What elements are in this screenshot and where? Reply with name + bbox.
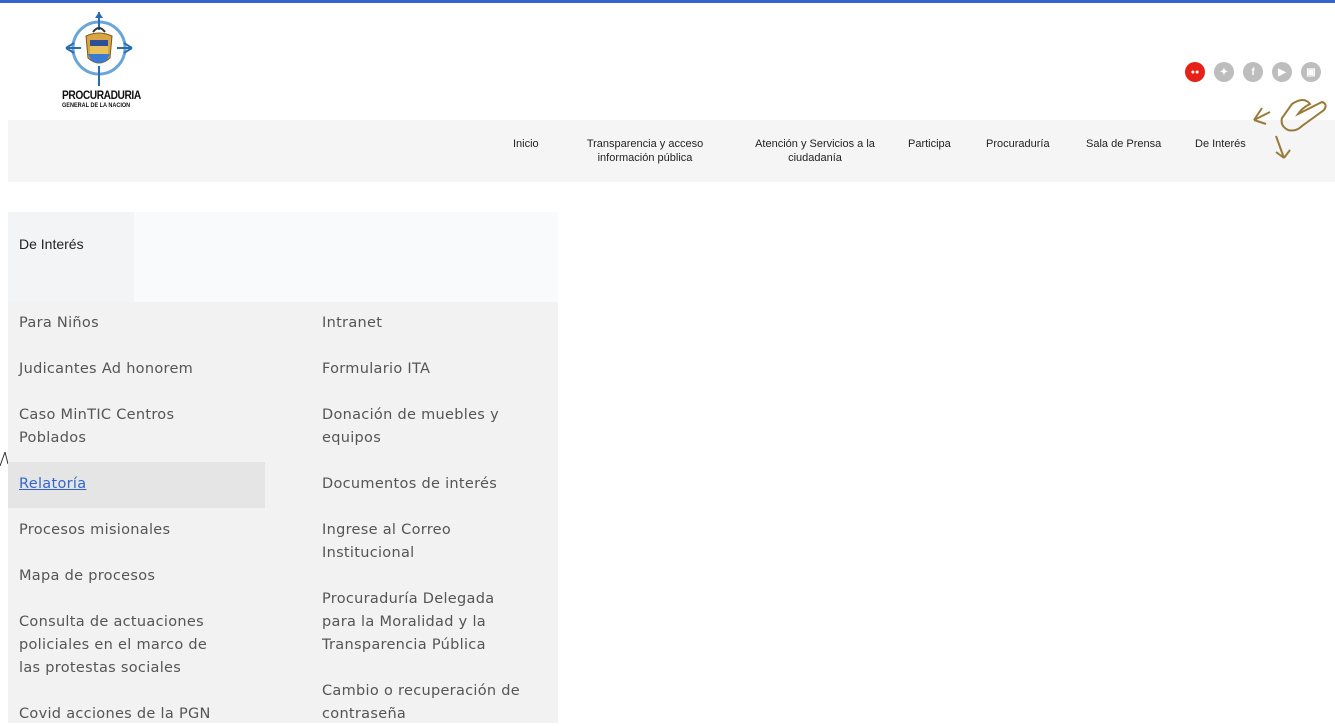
social-links: ●● ✦ f ▶ ▣ — [1185, 62, 1321, 82]
link-documentos-interes[interactable]: Documentos de interés — [322, 473, 497, 496]
link-procesos-misionales[interactable]: Procesos misionales — [19, 519, 170, 542]
procuraduria-logo[interactable]: PROCURADURIA GENERAL DE LA NACION — [62, 10, 162, 120]
panel-header-strip — [134, 212, 558, 302]
top-accent-line — [0, 0, 1335, 3]
twitter-icon[interactable]: ✦ — [1214, 62, 1234, 82]
link-caso-mintic[interactable]: Caso MinTIC Centros Poblados — [19, 404, 174, 450]
nav-procuraduria-label: Procuraduría — [986, 138, 1050, 150]
link-consulta-actuaciones[interactable]: Consulta de actuaciones policiales en el… — [19, 611, 207, 680]
nav-inicio-label: Inicio — [513, 138, 539, 150]
nav-atencion-line1: Atención y Servicios a la — [755, 138, 875, 150]
hand-cursor-icon — [1253, 99, 1327, 159]
coat-of-arms-icon — [65, 12, 133, 86]
main-navigation: Inicio Transparencia y acceso informació… — [8, 120, 1335, 182]
instagram-icon[interactable]: ▣ — [1301, 62, 1321, 82]
nav-transparencia-line2: información pública — [597, 152, 693, 164]
link-intranet[interactable]: Intranet — [322, 312, 382, 335]
nav-sala-de-prensa[interactable]: Sala de Prensa — [1086, 137, 1161, 151]
nav-sala-de-prensa-label: Sala de Prensa — [1086, 138, 1162, 150]
logo-subtitle: GENERAL DE LA NACION — [62, 102, 131, 109]
link-mapa-procesos[interactable]: Mapa de procesos — [19, 565, 155, 588]
panel-title-tab: De Interés — [8, 212, 134, 302]
nav-procuraduria[interactable]: Procuraduría — [986, 137, 1050, 151]
link-para-ninos[interactable]: Para Niños — [19, 312, 99, 335]
youtube-icon[interactable]: ▶ — [1272, 62, 1292, 82]
link-correo-institucional[interactable]: Ingrese al Correo Institucional — [322, 519, 451, 565]
nav-de-interes[interactable]: De Interés — [1195, 137, 1246, 151]
facebook-icon[interactable]: f — [1243, 62, 1263, 82]
link-relatoria[interactable]: Relatoría — [19, 473, 86, 496]
link-donacion-muebles[interactable]: Donación de muebles y equipos — [322, 404, 499, 450]
nav-participa[interactable]: Participa — [908, 137, 951, 151]
nav-atencion[interactable]: Atención y Servicios a la ciudadanía — [740, 137, 890, 165]
link-judicantes[interactable]: Judicantes Ad honorem — [19, 358, 193, 381]
nav-inicio[interactable]: Inicio — [513, 137, 539, 151]
panel-title: De Interés — [19, 236, 84, 252]
nav-transparencia[interactable]: Transparencia y acceso información públi… — [580, 137, 710, 165]
nav-atencion-line2: ciudadanía — [788, 152, 842, 164]
nav-de-interes-label: De Interés — [1195, 138, 1246, 150]
pointer-edge-icon — [0, 452, 8, 466]
link-cambio-contrasena[interactable]: Cambio o recuperación de contraseña — [322, 680, 520, 726]
nav-participa-label: Participa — [908, 138, 951, 150]
link-formulario-ita[interactable]: Formulario ITA — [322, 358, 430, 381]
link-delegada-moralidad[interactable]: Procuraduría Delegada para la Moralidad … — [322, 588, 494, 657]
livestream-icon[interactable]: ●● — [1185, 62, 1205, 82]
nav-transparencia-line1: Transparencia y acceso — [586, 138, 704, 150]
logo-title: PROCURADURIA — [62, 88, 141, 102]
